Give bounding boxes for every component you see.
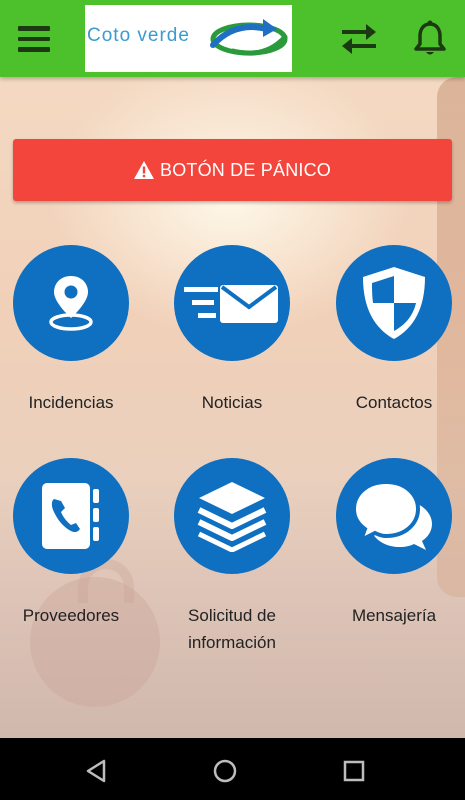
nav-back-button[interactable] xyxy=(82,756,112,786)
chat-bubbles-icon xyxy=(352,480,432,550)
tile-proveedores[interactable]: Proveedores xyxy=(0,458,146,629)
app-bar: Coto verde xyxy=(0,0,465,77)
location-pin-icon xyxy=(49,276,93,331)
menu-icon-bar xyxy=(18,26,50,31)
panic-button[interactable]: BOTÓN DE PÁNICO xyxy=(13,139,452,201)
tile-contactos[interactable]: Contactos xyxy=(319,245,465,416)
tile-mensajeria-label: Mensajería xyxy=(351,606,437,625)
tile-contactos-label: Contactos xyxy=(355,393,433,412)
warning-icon xyxy=(133,161,154,179)
swap-arrows-icon xyxy=(342,24,376,54)
tile-noticias[interactable]: Noticias xyxy=(157,245,307,416)
nav-recents-button[interactable] xyxy=(339,756,369,786)
tile-contactos-circle xyxy=(336,245,452,361)
nav-home-button[interactable] xyxy=(210,756,240,786)
panic-button-label: BOTÓN DE PÁNICO xyxy=(159,159,332,180)
recents-square-icon xyxy=(343,760,365,782)
bell-icon xyxy=(414,20,446,55)
menu-icon-bar xyxy=(18,47,50,52)
tile-solicitud-informacion-label: Solicitud de información xyxy=(188,606,276,652)
home-circle-icon xyxy=(213,759,237,783)
tile-incidencias-label: Incidencias xyxy=(28,393,114,412)
notifications-button[interactable] xyxy=(413,20,447,58)
fast-mail-icon xyxy=(184,285,278,323)
tile-solicitud-informacion-circle xyxy=(174,458,290,574)
stacked-layers-icon xyxy=(197,482,267,552)
menu-button[interactable] xyxy=(18,24,50,54)
menu-icon-bar xyxy=(18,36,50,41)
main-content: BOTÓN DE PÁNICO Incidencias Noticias Con… xyxy=(0,77,465,738)
back-triangle-icon xyxy=(86,759,106,783)
tile-noticias-circle xyxy=(174,245,290,361)
tile-solicitud-informacion[interactable]: Solicitud de información xyxy=(157,458,307,656)
logo-arrows-icon xyxy=(210,19,288,56)
app-logo: Coto verde xyxy=(85,5,292,72)
tile-proveedores-circle xyxy=(13,458,129,574)
tile-noticias-label: Noticias xyxy=(201,393,263,412)
tile-mensajeria-circle xyxy=(336,458,452,574)
tile-incidencias[interactable]: Incidencias xyxy=(0,245,146,416)
tile-proveedores-label: Proveedores xyxy=(22,606,120,625)
logo-text: Coto verde xyxy=(87,25,190,46)
phone-book-icon xyxy=(42,483,99,549)
shield-icon xyxy=(363,267,425,339)
system-nav-bar xyxy=(0,738,465,800)
tile-mensajeria[interactable]: Mensajería xyxy=(319,458,465,629)
swap-button[interactable] xyxy=(340,22,378,56)
tile-incidencias-circle xyxy=(13,245,129,361)
